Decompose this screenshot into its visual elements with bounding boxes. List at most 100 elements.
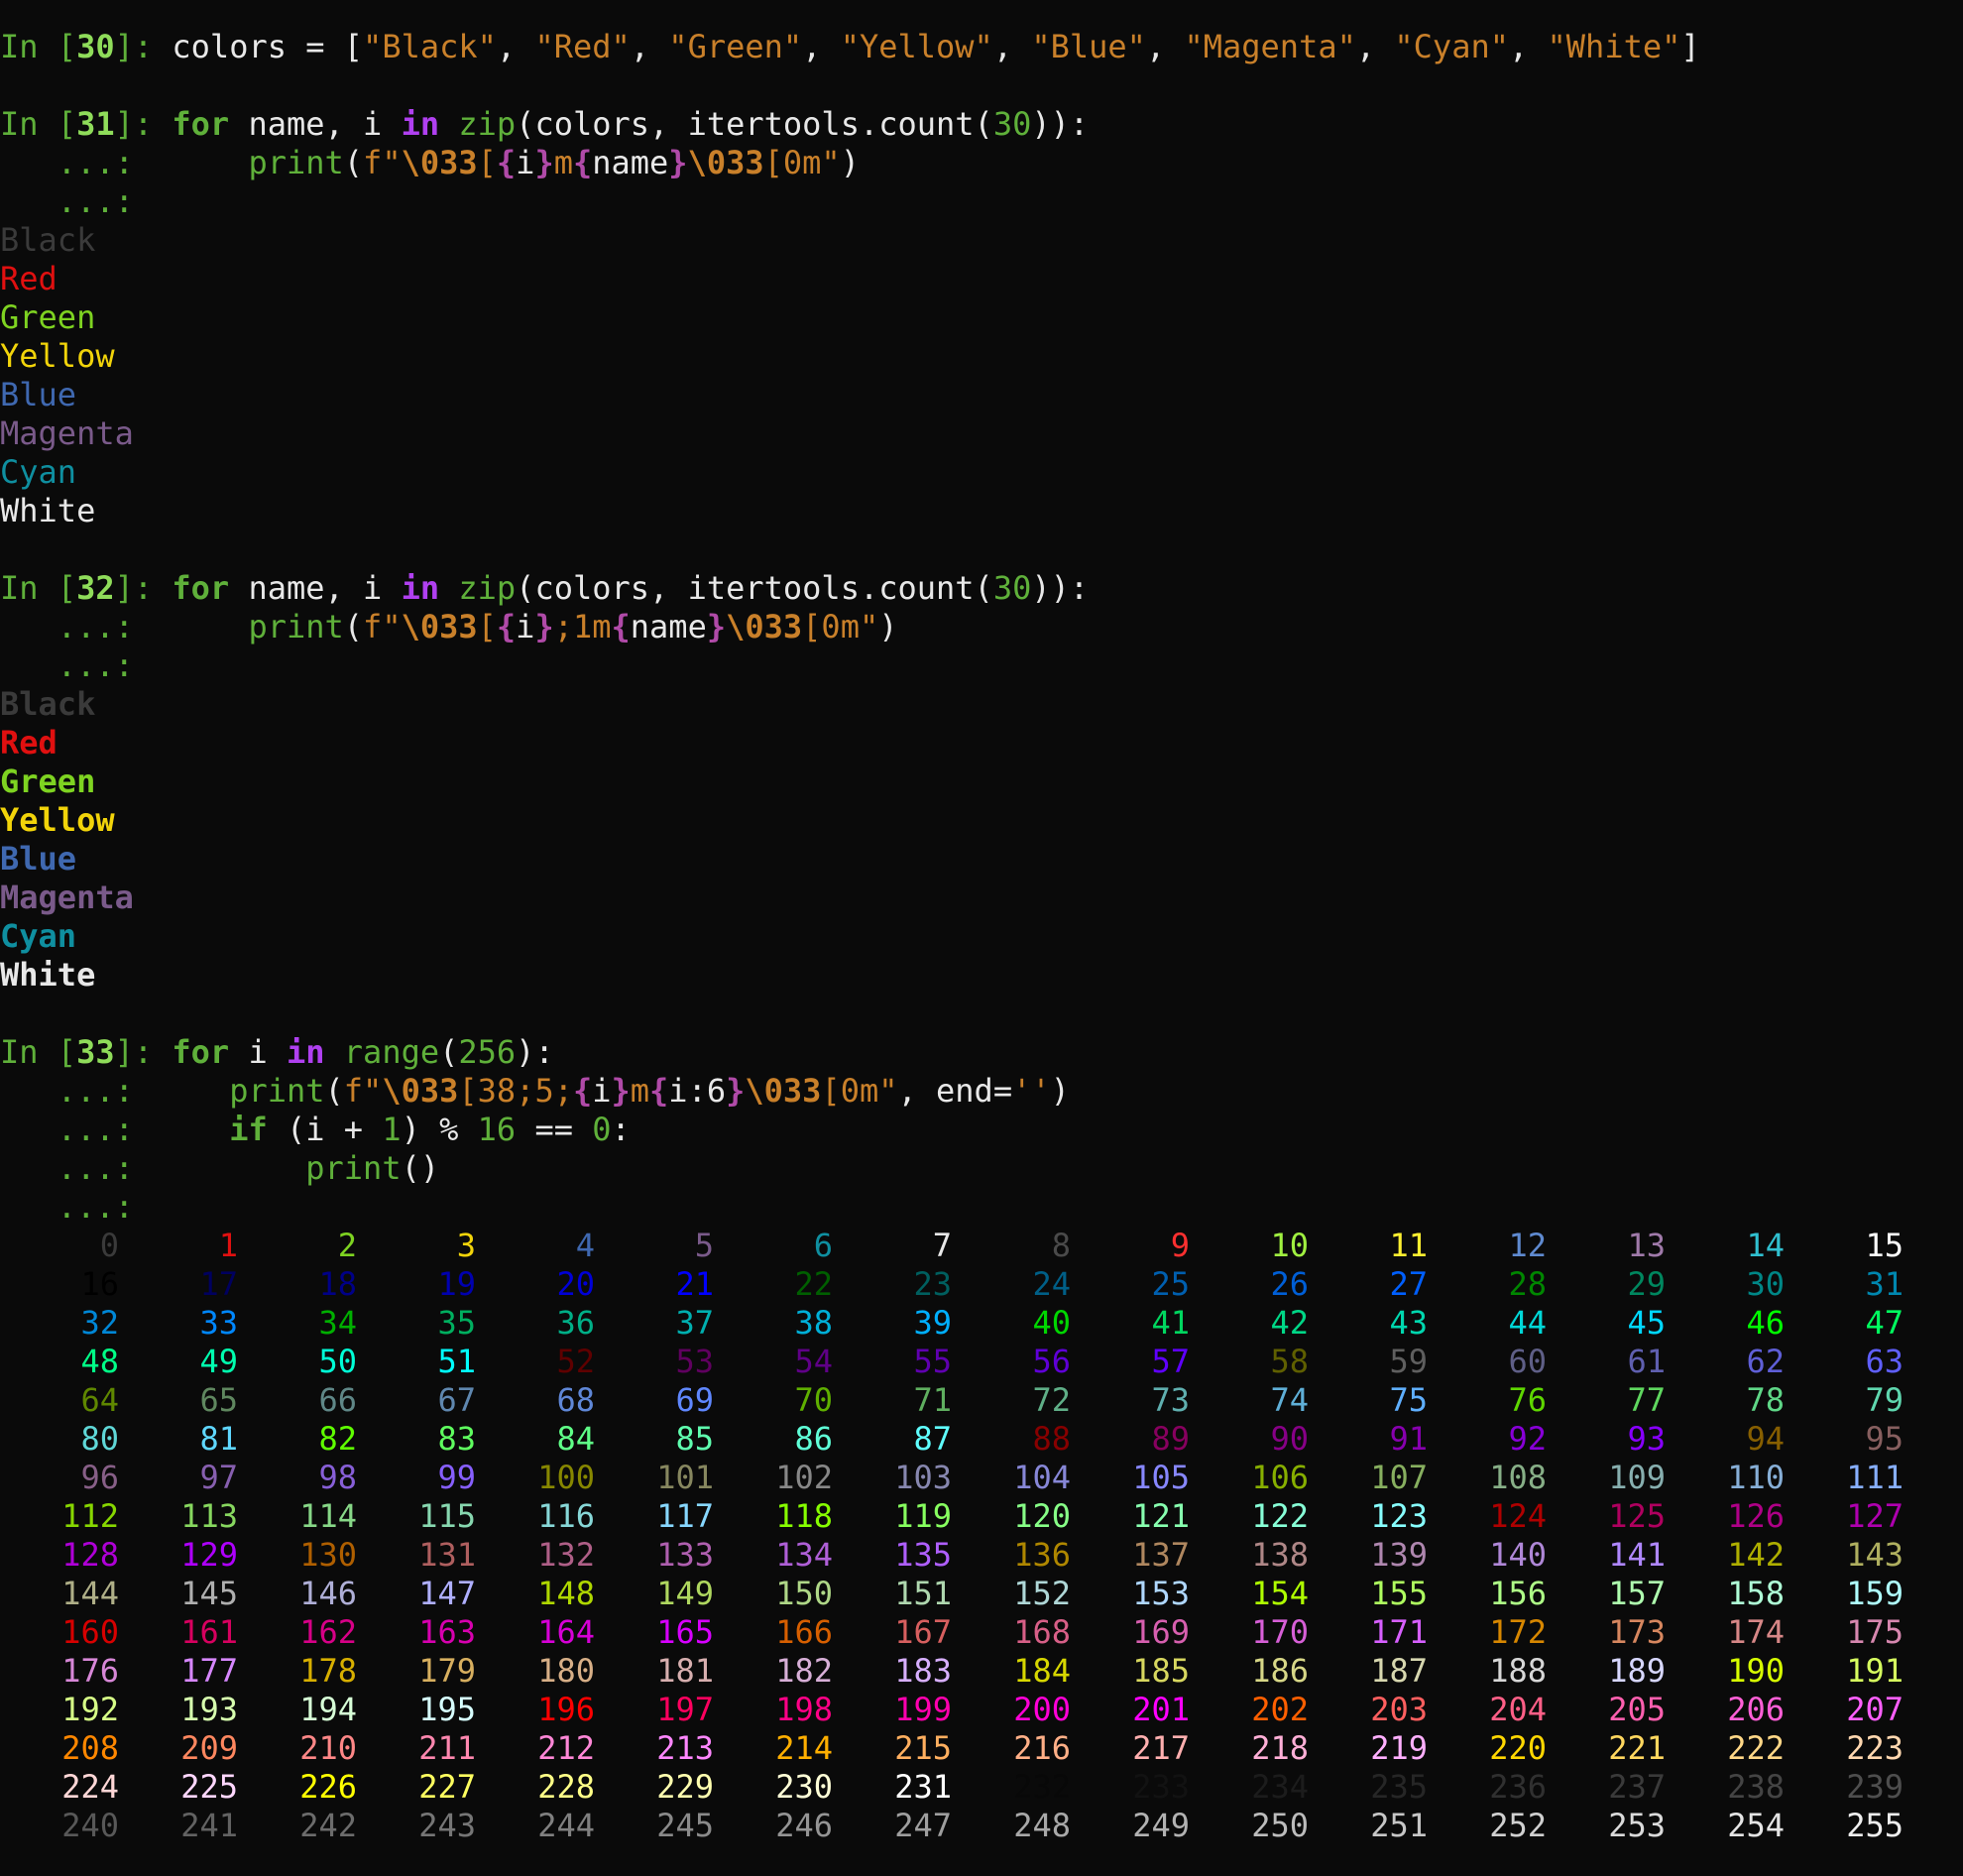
prompt-label: In [ — [0, 1033, 77, 1071]
input-line[interactable]: In [30]: colors = ["Black", "Red", "Gree… — [0, 28, 1963, 66]
color-swatch-number: 171 — [1370, 1613, 1428, 1651]
color-swatch-number: 212 — [537, 1729, 595, 1767]
color-swatch-number: 125 — [1608, 1497, 1666, 1535]
color-swatch-number: 96 — [80, 1459, 119, 1496]
color-swatch-number: 105 — [1132, 1459, 1190, 1496]
color-swatch-number: 177 — [180, 1652, 238, 1690]
color-swatch-number: 151 — [894, 1575, 952, 1612]
color-swatch-number: 214 — [775, 1729, 833, 1767]
prompt-label: In [ — [0, 569, 77, 607]
color-swatch-number: 240 — [61, 1807, 119, 1844]
color-swatch-number: 77 — [1627, 1381, 1666, 1419]
output-line: Green — [0, 762, 96, 800]
color-swatch-number: 231 — [894, 1768, 952, 1806]
output-line: White — [0, 492, 96, 529]
color-swatch-number: 215 — [894, 1729, 952, 1767]
continuation-line[interactable]: ...: — [0, 182, 1963, 221]
continuation-line[interactable]: ...: print(f"\033[38;5;{i}m{i:6}\033[0m"… — [0, 1072, 1963, 1111]
color-swatch-number: 60 — [1508, 1343, 1547, 1380]
color-swatch-number: 243 — [418, 1807, 476, 1844]
input-line[interactable]: In [33]: for i in range(256): — [0, 1033, 1963, 1072]
code-token: ( — [343, 144, 364, 181]
color-swatch-number: 251 — [1370, 1807, 1428, 1844]
continuation-line[interactable]: ...: print(f"\033[{i}m{name}\033[0m") — [0, 144, 1963, 182]
color-swatch-number: 174 — [1727, 1613, 1785, 1651]
color-swatch-number: 181 — [656, 1652, 714, 1690]
color-swatch-number: 41 — [1151, 1304, 1190, 1342]
prompt-number: 33 — [76, 1033, 115, 1071]
code-token: "Magenta" — [1184, 28, 1356, 65]
color-swatch-number: 175 — [1846, 1613, 1904, 1651]
color-swatch-number: 102 — [775, 1459, 833, 1496]
continuation-line[interactable]: ...: — [0, 1188, 1963, 1227]
color-swatch-number: 206 — [1727, 1691, 1785, 1728]
color-swatch-number: 148 — [537, 1575, 595, 1612]
code-token: : — [611, 1111, 631, 1148]
continuation-line[interactable]: ...: print() — [0, 1149, 1963, 1188]
color-swatch-number: 63 — [1865, 1343, 1904, 1380]
continuation-line[interactable]: ...: if (i + 1) % 16 == 0: — [0, 1111, 1963, 1149]
color-swatch-number: 81 — [199, 1420, 238, 1458]
input-line[interactable]: In [32]: for name, i in zip(colors, iter… — [0, 569, 1963, 608]
color-swatch-number: 134 — [775, 1536, 833, 1574]
color-swatch-number: 190 — [1727, 1652, 1785, 1690]
input-cell[interactable]: In [33]: for i in range(256): ...: print… — [0, 1033, 1963, 1227]
color-swatch-number: 55 — [913, 1343, 952, 1380]
prompt-label-end: ]: — [114, 569, 173, 607]
color-swatch-number: 160 — [61, 1613, 119, 1651]
code-token: name, i — [229, 105, 402, 143]
code-token: , end= — [897, 1072, 1013, 1110]
color-swatch-number: 47 — [1865, 1304, 1904, 1342]
color-swatch-number: 36 — [556, 1304, 595, 1342]
input-cell[interactable]: In [31]: for name, i in zip(colors, iter… — [0, 105, 1963, 221]
input-cell[interactable]: In [32]: for name, i in zip(colors, iter… — [0, 569, 1963, 685]
code-token: 256 — [458, 1033, 517, 1071]
color-swatch-number: 153 — [1132, 1575, 1190, 1612]
code-token: "Blue" — [1031, 28, 1146, 65]
input-line[interactable]: In [31]: for name, i in zip(colors, iter… — [0, 105, 1963, 144]
continuation-line[interactable]: ...: — [0, 646, 1963, 685]
color-swatch-number: 182 — [775, 1652, 833, 1690]
color-swatch-number: 82 — [318, 1420, 357, 1458]
code-token: \033 — [382, 1072, 459, 1110]
output-line: Magenta — [0, 414, 134, 452]
color-swatch-number: 230 — [775, 1768, 833, 1806]
prompt-number: 32 — [76, 569, 115, 607]
input-cell[interactable]: In [30]: colors = ["Black", "Red", "Gree… — [0, 28, 1963, 66]
code-token: '' — [1012, 1072, 1051, 1110]
color-swatch-number: 67 — [437, 1381, 476, 1419]
code-token: range — [343, 1033, 440, 1071]
code-token: f" — [363, 144, 402, 181]
color-swatch-number: 106 — [1251, 1459, 1309, 1496]
color-swatch-number: 176 — [61, 1652, 119, 1690]
color-swatch-number: 12 — [1508, 1227, 1547, 1264]
code-token: i:6 — [668, 1072, 727, 1110]
color-swatch-number: 159 — [1846, 1575, 1904, 1612]
color-swatch-number: 225 — [180, 1768, 238, 1806]
prompt-label-end: ]: — [114, 1033, 173, 1071]
color-swatch-number: 39 — [913, 1304, 952, 1342]
color-swatch-number: 232 — [1013, 1768, 1071, 1806]
color-swatch-number: 141 — [1608, 1536, 1666, 1574]
prompt-number: 30 — [76, 28, 115, 65]
color-swatch-number: 180 — [537, 1652, 595, 1690]
color-swatch-number: 86 — [794, 1420, 833, 1458]
code-token: 16 — [477, 1111, 517, 1148]
code-token: print — [229, 1072, 325, 1110]
color-swatch-number: 192 — [61, 1691, 119, 1728]
code-token: i — [516, 144, 535, 181]
color-swatch-number: 104 — [1013, 1459, 1071, 1496]
color-swatch-number: 143 — [1846, 1536, 1904, 1574]
code-token: , — [992, 28, 1032, 65]
code-token: () — [401, 1149, 440, 1187]
code-token: 30 — [992, 569, 1032, 607]
code-token: \033 — [745, 1072, 822, 1110]
color-swatch-number: 172 — [1489, 1613, 1547, 1651]
color-swatch-number: 226 — [299, 1768, 357, 1806]
code-token: ) — [840, 144, 860, 181]
continuation-line[interactable]: ...: print(f"\033[{i};1m{name}\033[0m") — [0, 608, 1963, 646]
code-token: name — [630, 608, 707, 645]
code-token: \033 — [726, 608, 803, 645]
